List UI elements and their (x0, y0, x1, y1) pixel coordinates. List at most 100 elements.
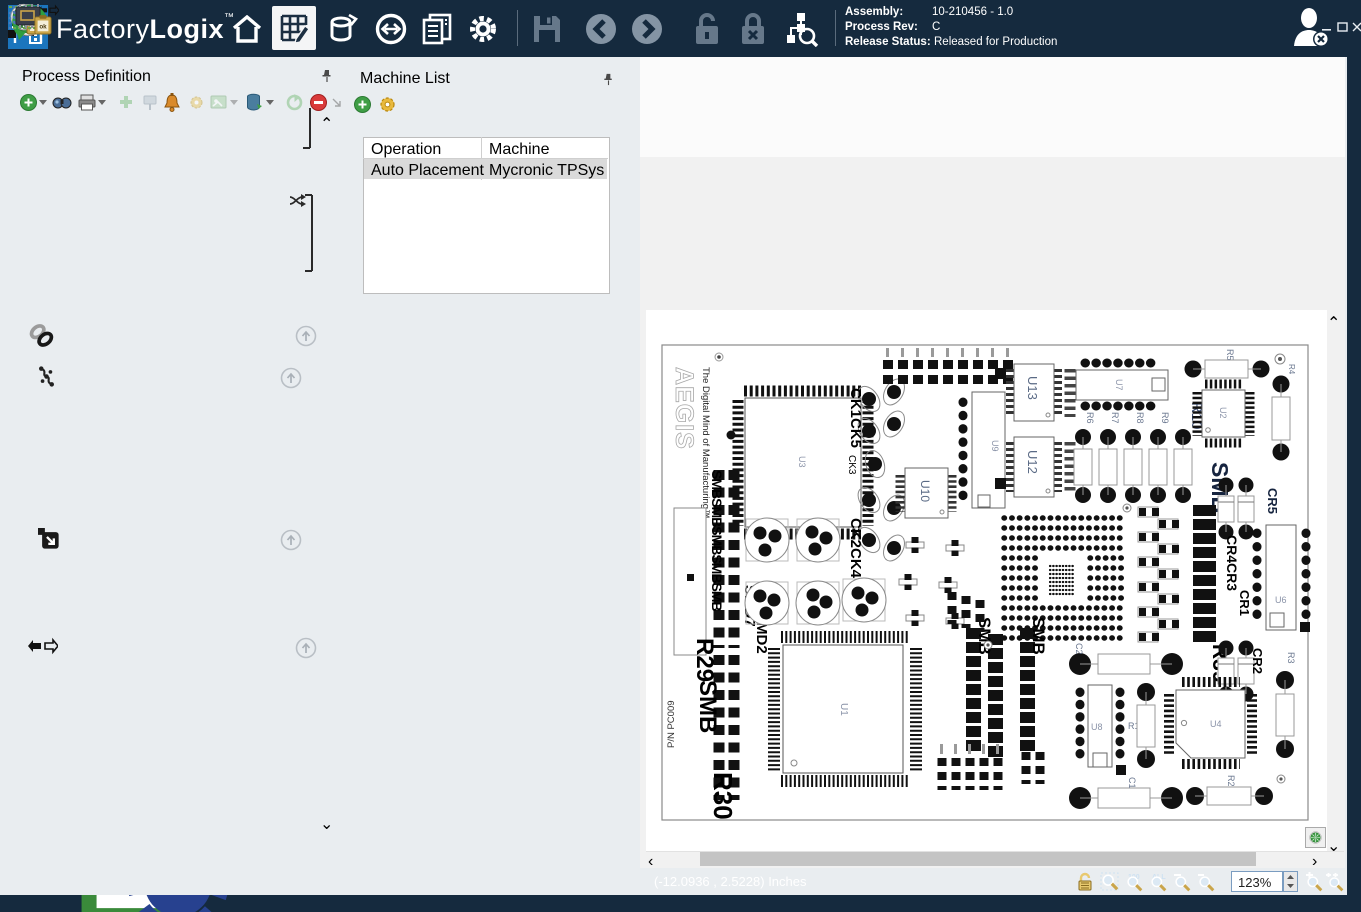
lock-revision-button[interactable] (734, 10, 772, 48)
zoom-100-icon[interactable]: 100 (1124, 872, 1146, 897)
print-icon[interactable] (78, 94, 96, 111)
forward-button[interactable] (628, 10, 666, 48)
svg-text:R3: R3 (1286, 652, 1296, 664)
canvas-hscroll-thumb[interactable] (700, 852, 1256, 866)
documents-button[interactable] (418, 10, 456, 48)
canvas-scroll-left-arrow[interactable]: ‹ (648, 853, 662, 871)
svg-text:CR2: CR2 (1250, 648, 1265, 674)
process-audit-button[interactable] (782, 10, 820, 48)
machine-settings-icon[interactable] (378, 95, 397, 114)
zoom-spinner[interactable] (1283, 871, 1298, 892)
dispatch-button[interactable] (372, 10, 410, 48)
svg-text:CR5: CR5 (1265, 488, 1280, 514)
pcb-u2: U2 (1197, 384, 1250, 443)
zoom-out-step-icon[interactable] (1196, 872, 1216, 897)
back-button[interactable] (582, 10, 620, 48)
home-button[interactable] (228, 10, 266, 48)
process-panel-toolbar (14, 93, 329, 115)
close-button[interactable] (1350, 20, 1361, 36)
svg-text:CR4CR3: CR4CR3 (1224, 535, 1240, 591)
fiducial-small-icon (1309, 831, 1322, 844)
unlock-button[interactable] (688, 10, 726, 48)
process-designer-button[interactable] (272, 6, 316, 50)
svg-text:SMB: SMB (694, 680, 721, 733)
svg-text:C1: C1 (1127, 777, 1137, 789)
settings-gear-button[interactable] (464, 10, 502, 48)
dropdown-caret-icon[interactable] (230, 100, 238, 106)
fiducial-view-button[interactable] (1305, 827, 1326, 848)
bell-icon[interactable] (164, 93, 180, 112)
svg-text:CR1: CR1 (1237, 590, 1252, 616)
svg-text:R2: R2 (1226, 775, 1236, 787)
zoom-level-input[interactable]: 123% (1231, 871, 1283, 892)
svg-text:U6: U6 (1275, 595, 1287, 605)
pcb-part-number: P/N PC009 (666, 700, 677, 748)
scroll-down-arrow[interactable]: ⌄ (320, 814, 334, 834)
svg-text:U4: U4 (1210, 719, 1222, 729)
collapse-corner-icon[interactable] (332, 98, 342, 108)
out-of-route-icon (38, 528, 60, 550)
process-definition-panel (8, 60, 335, 893)
zoom-in-icon[interactable] (1304, 872, 1324, 897)
svg-text:C2: C2 (1074, 643, 1084, 655)
zoom-in-step-icon[interactable] (1325, 872, 1345, 897)
toolbar-divider (835, 10, 836, 46)
machine-list-title: Machine List (360, 70, 450, 88)
maximize-button[interactable] (1336, 20, 1350, 36)
toolbar-divider (517, 10, 518, 46)
svg-text:SMBSMBSMBSMBSMB: SMBSMBSMBSMBSMB (709, 470, 725, 611)
pin-icon[interactable] (602, 73, 615, 86)
collapse-section-icon[interactable] (295, 325, 317, 347)
collapse-section-icon[interactable] (280, 529, 302, 551)
svg-text:R30: R30 (708, 772, 738, 820)
settings-icon[interactable] (188, 94, 205, 111)
dropdown-caret-icon[interactable] (266, 100, 274, 106)
zoom-out-icon[interactable] (1172, 872, 1192, 897)
scrollbar-thumb[interactable] (321, 405, 333, 530)
svg-text:R4: R4 (1287, 364, 1296, 375)
svg-text:U2: U2 (1218, 407, 1228, 419)
standards-icon[interactable] (142, 94, 158, 111)
column-header-machine[interactable]: Machine (489, 141, 549, 159)
line-programming-icon (28, 637, 58, 657)
release-status-value: Released for Production (934, 36, 1057, 48)
add-icon[interactable] (20, 94, 37, 111)
svg-text:SMB: SMB (975, 617, 994, 655)
canvas-scroll-right-arrow[interactable]: › (1312, 853, 1326, 871)
dropdown-caret-icon[interactable] (39, 100, 47, 106)
svg-text:U8: U8 (1091, 722, 1103, 732)
svg-text:U3: U3 (797, 456, 807, 468)
svg-text:R8: R8 (1135, 412, 1145, 424)
save-button[interactable] (528, 10, 566, 48)
route-bracket (288, 108, 318, 150)
factorylogix-window: ok FactoryLogix™ (0, 0, 1361, 912)
find-icon[interactable] (52, 94, 72, 111)
pcb-drawing[interactable]: AEGIS The Digital Mind of Manufacturing™… (646, 310, 1327, 851)
canvas-vscroll-thumb[interactable] (1328, 330, 1342, 730)
column-header-operation[interactable]: Operation (371, 141, 441, 159)
zoom-window-icon[interactable] (1100, 872, 1120, 897)
link-operation-icon[interactable] (118, 94, 136, 111)
pin-icon[interactable] (320, 69, 334, 83)
collapse-section-icon[interactable] (280, 367, 302, 389)
scroll-up-arrow[interactable]: ⌃ (320, 114, 334, 134)
zoom-all-icon[interactable]: ALL (1148, 872, 1170, 897)
process-rev-label: Process Rev: (845, 21, 918, 33)
cursor-coordinates: (-12.0936 , 2.5228) Inches (654, 874, 807, 889)
assembly-value: 10-210456 - 1.0 (932, 6, 1013, 18)
pcb-u1: U1 (774, 637, 916, 781)
add-machine-icon[interactable] (354, 96, 371, 113)
collapse-section-icon[interactable] (295, 637, 317, 659)
materials-button[interactable] (324, 10, 362, 48)
app-name: FactoryLogix™ (56, 12, 235, 45)
svg-text:R5: R5 (1225, 349, 1235, 361)
process-panel-title: Process Definition (22, 68, 151, 86)
svg-text:CK3: CK3 (846, 455, 857, 475)
flows-icon (36, 366, 57, 387)
minimize-button[interactable] (1320, 20, 1334, 36)
reroutes-icon (28, 322, 56, 350)
dropdown-caret-icon[interactable] (98, 100, 106, 106)
media-icon[interactable] (210, 94, 228, 111)
zoom-lock-icon[interactable] (1076, 872, 1094, 897)
delete-icon[interactable] (246, 93, 263, 112)
